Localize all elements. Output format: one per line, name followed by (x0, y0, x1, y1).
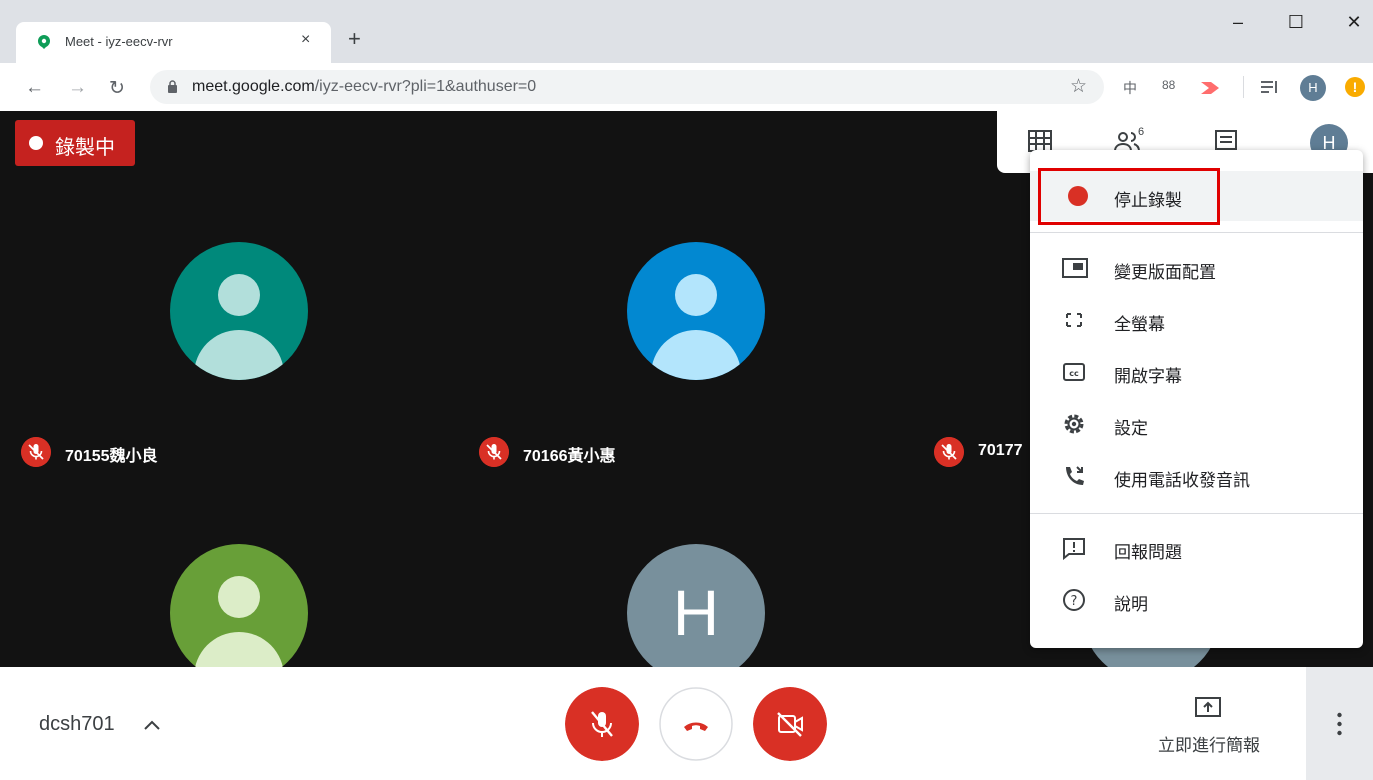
menu-item-label: 開啟字幕 (1114, 367, 1182, 386)
menu-item-label: 回報問題 (1114, 543, 1182, 562)
menu-divider (1030, 513, 1363, 514)
mic-off-icon (934, 437, 964, 467)
svg-text:cc: cc (1069, 369, 1079, 378)
participant-avatar (170, 242, 308, 380)
update-warning-icon[interactable]: ! (1345, 77, 1365, 97)
mic-toggle-button[interactable] (565, 687, 639, 761)
url-text[interactable]: meet.google.com/iyz-eecv-rvr?pli=1&authu… (192, 78, 536, 96)
menu-item-captions[interactable]: cc 開啟字幕 (1030, 347, 1363, 397)
browser-toolbar: ← → ↻ meet.google.com/iyz-eecv-rvr?pli=1… (0, 63, 1373, 111)
media-queue-icon[interactable] (1261, 80, 1279, 94)
layout-icon (1062, 258, 1088, 278)
person-body (194, 330, 284, 380)
forward-arrow-icon[interactable]: → (68, 77, 87, 99)
phone-icon (1066, 466, 1084, 485)
bookmark-star-icon[interactable]: ☆ (1070, 75, 1087, 98)
extension-zhong-icon[interactable]: 中 (1123, 78, 1137, 98)
avatar-initial: H (672, 577, 720, 649)
close-window-button[interactable]: ✕ (1339, 12, 1369, 33)
reload-icon[interactable]: ↻ (109, 77, 125, 100)
browser-profile-avatar[interactable]: H (1300, 75, 1326, 101)
recording-dot-icon (29, 136, 43, 150)
mic-off-icon (479, 437, 509, 467)
present-screen-icon[interactable] (1195, 697, 1221, 719)
person-icon (675, 274, 717, 316)
fullscreen-icon (1066, 313, 1082, 327)
feedback-icon (1063, 538, 1085, 560)
person-body (194, 632, 284, 667)
menu-item-label: 說明 (1114, 595, 1148, 614)
meeting-code[interactable]: dcsh701 (39, 713, 115, 736)
browser-tabstrip: Meet - iyz-eecv-rvr × + – ☐ ✕ (0, 0, 1373, 63)
participant-avatar (627, 242, 765, 380)
menu-item-settings[interactable]: 設定 (1030, 399, 1363, 449)
chevron-up-icon[interactable] (143, 719, 161, 731)
meeting-bottom-bar: dcsh701 立即進行簡報 (0, 667, 1373, 780)
menu-item-fullscreen[interactable]: 全螢幕 (1030, 295, 1363, 345)
url-host: meet.google.com (192, 78, 315, 95)
people-count: 6 (1138, 126, 1145, 138)
minimize-button[interactable]: – (1223, 12, 1253, 33)
more-vert-icon (1337, 712, 1342, 736)
toolbar-divider (1243, 76, 1244, 98)
person-icon (218, 576, 260, 618)
menu-item-label: 設定 (1114, 419, 1148, 438)
more-options-button[interactable] (1306, 667, 1373, 780)
browser-tab-meet[interactable]: Meet - iyz-eecv-rvr × (16, 22, 331, 63)
menu-item-phone-audio[interactable]: 使用電話收發音訊 (1030, 451, 1363, 501)
mic-off-icon (21, 437, 51, 467)
extension-grid-icon[interactable]: 88 (1162, 78, 1175, 92)
camera-toggle-button[interactable] (753, 687, 827, 761)
extension-cast-icon[interactable] (1199, 80, 1221, 96)
menu-divider (1030, 232, 1363, 233)
recording-label: 錄製中 (55, 137, 115, 159)
maximize-button[interactable]: ☐ (1281, 12, 1311, 33)
menu-item-label: 使用電話收發音訊 (1114, 471, 1250, 490)
person-icon (218, 274, 260, 316)
present-now-label[interactable]: 立即進行簡報 (1158, 731, 1260, 756)
meet-favicon-icon (38, 35, 50, 49)
participant-name: 70166黃小惠 (523, 448, 616, 465)
participant-name: 70177 (978, 442, 1023, 459)
highlight-annotation-box (1038, 168, 1220, 225)
menu-item-report-problem[interactable]: 回報問題 (1030, 523, 1363, 573)
recording-badge: 錄製中 (15, 120, 135, 166)
menu-item-help[interactable]: ? 說明 (1030, 575, 1363, 625)
address-bar[interactable]: meet.google.com/iyz-eecv-rvr?pli=1&authu… (150, 70, 1104, 104)
lock-icon (168, 80, 177, 93)
hang-up-button[interactable] (659, 687, 733, 761)
back-arrow-icon[interactable]: ← (25, 77, 44, 99)
menu-item-label: 變更版面配置 (1114, 263, 1216, 282)
captions-icon: cc (1063, 363, 1085, 381)
person-body (651, 330, 741, 380)
menu-item-change-layout[interactable]: 變更版面配置 (1030, 243, 1363, 293)
url-path: /iyz-eecv-rvr?pli=1&authuser=0 (314, 78, 537, 95)
tab-close-icon[interactable]: × (301, 31, 310, 49)
svg-text:?: ? (1071, 594, 1078, 609)
help-icon: ? (1063, 589, 1085, 611)
participant-name: 70155魏小良 (65, 448, 158, 465)
participant-avatar: H (627, 544, 765, 667)
new-tab-button[interactable]: + (348, 26, 361, 52)
tab-title: Meet - iyz-eecv-rvr (65, 34, 173, 49)
gear-icon (1064, 414, 1084, 434)
participant-avatar (170, 544, 308, 667)
menu-item-label: 全螢幕 (1114, 315, 1165, 334)
